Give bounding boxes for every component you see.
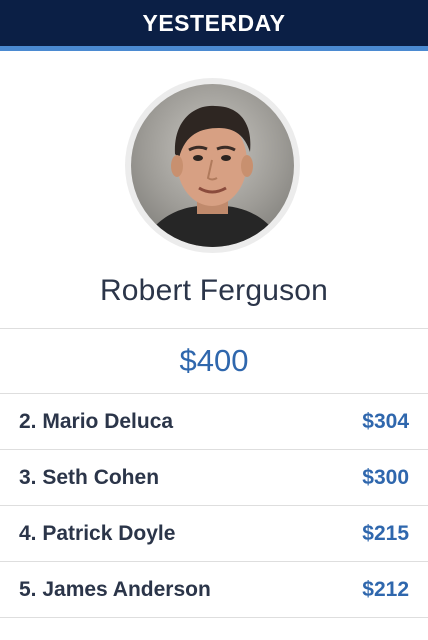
winner-amount: $400: [179, 343, 249, 378]
leaderboard-row-amount: $300: [362, 465, 409, 489]
leaderboard-list: 2. Mario Deluca $304 3. Seth Cohen $300 …: [0, 394, 428, 618]
leaderboard-row-amount: $304: [362, 409, 409, 433]
winner-name: Robert Ferguson: [99, 274, 329, 307]
leaderboard-row-amount: $212: [362, 577, 409, 601]
leaderboard-row[interactable]: 5. James Anderson $212: [0, 562, 428, 618]
leaderboard-row-name: 3. Seth Cohen: [19, 465, 160, 489]
leaderboard-row-name: 2. Mario Deluca: [19, 409, 174, 433]
leaderboard-row[interactable]: 4. Patrick Doyle $215: [0, 506, 428, 562]
leaderboard-row[interactable]: 3. Seth Cohen $300: [0, 450, 428, 506]
header-bar: YESTERDAY: [0, 0, 428, 46]
leaderboard-row-name: 4. Patrick Doyle: [19, 521, 176, 545]
page-title: YESTERDAY: [142, 9, 286, 36]
avatar-photo: [131, 84, 294, 247]
winner-amount-row: $400: [0, 328, 428, 394]
leaderboard-row[interactable]: 2. Mario Deluca $304: [0, 394, 428, 450]
winner-section: Robert Ferguson: [0, 51, 428, 328]
leaderboard-row-name: 5. James Anderson: [19, 577, 211, 601]
leaderboard-row-amount: $215: [362, 521, 409, 545]
avatar-ring: [125, 78, 300, 253]
avatar: [131, 84, 294, 247]
